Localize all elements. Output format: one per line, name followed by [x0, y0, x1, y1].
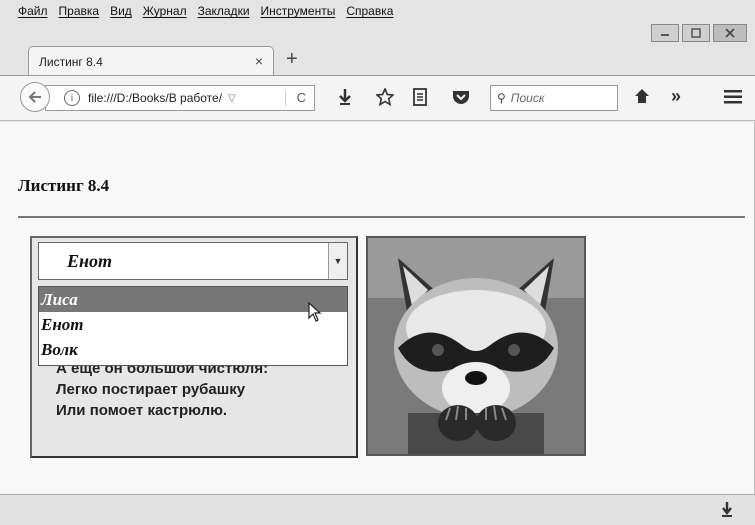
maximize-icon [691, 28, 701, 38]
option-fox[interactable]: Лиса [39, 287, 347, 312]
close-icon [725, 28, 735, 38]
url-dropdown-icon[interactable]: ▽ [228, 93, 236, 104]
url-text: file:///D:/Books/В работе/ [88, 91, 223, 105]
menu-view[interactable]: Вид [110, 4, 132, 18]
download-status-icon[interactable] [721, 501, 733, 517]
search-placeholder: Поиск [510, 91, 545, 105]
back-button[interactable] [20, 82, 50, 112]
select-arrow-icon[interactable]: ▼ [328, 243, 347, 279]
menu-help[interactable]: Справка [346, 4, 393, 18]
reload-icon[interactable]: C [297, 90, 306, 105]
tab-title: Листинг 8.4 [39, 54, 103, 69]
mouse-cursor-icon [308, 302, 322, 322]
option-raccoon[interactable]: Енот [39, 312, 347, 337]
download-icon[interactable] [338, 88, 352, 106]
overflow-icon[interactable]: » [671, 86, 681, 107]
reader-icon[interactable] [412, 88, 428, 106]
minimize-icon [661, 34, 669, 36]
bookmark-star-icon[interactable] [376, 88, 394, 106]
menu-icon[interactable] [724, 90, 742, 104]
animal-select[interactable]: Енот ▼ [38, 242, 348, 280]
url-bar[interactable]: i file:///D:/Books/В работе/ ▽ C [45, 85, 315, 111]
poem-line: Легко постирает рубашку [56, 381, 246, 398]
new-tab-button[interactable]: + [286, 48, 298, 71]
page-title: Листинг 8.4 [18, 176, 110, 195]
poem-text: А еще он большой чистюля: Легко постирае… [56, 358, 268, 421]
horizontal-rule [18, 216, 745, 218]
search-icon: ⚲ [497, 91, 506, 105]
select-dropdown: Лиса Енот Волк [38, 286, 348, 366]
tab-close-icon[interactable]: × [255, 53, 263, 69]
status-bar [0, 494, 755, 525]
home-icon[interactable] [634, 88, 650, 104]
menu-history[interactable]: Журнал [143, 4, 187, 18]
search-input[interactable]: ⚲ Поиск [490, 85, 618, 111]
tab-listing[interactable]: Листинг 8.4 × [28, 46, 274, 76]
menu-file[interactable]: Файл [18, 4, 48, 18]
info-icon[interactable]: i [64, 90, 80, 106]
select-value: Енот [67, 251, 112, 271]
poem-line: Или помоет кастрюлю. [56, 402, 228, 419]
menu-tools[interactable]: Инструменты [261, 4, 336, 18]
menu-bookmarks[interactable]: Закладки [198, 4, 250, 18]
raccoon-picture [368, 238, 584, 454]
raccoon-image [366, 236, 586, 456]
pocket-icon[interactable] [452, 89, 470, 105]
option-wolf[interactable]: Волк [39, 337, 347, 362]
nav-bar: i file:///D:/Books/В работе/ ▽ C ⚲ Поиск… [0, 75, 755, 121]
menu-bar: Файл Правка Вид Журнал Закладки Инструме… [0, 0, 755, 22]
page-content: Листинг 8.4 А еще он большой чистюля: Ле… [0, 122, 755, 494]
url-separator [285, 90, 286, 106]
menu-edit[interactable]: Правка [59, 4, 100, 18]
back-arrow-icon [28, 91, 41, 103]
tab-bar: Листинг 8.4 × + [0, 40, 755, 76]
browser-window: Файл Правка Вид Журнал Закладки Инструме… [0, 0, 755, 525]
